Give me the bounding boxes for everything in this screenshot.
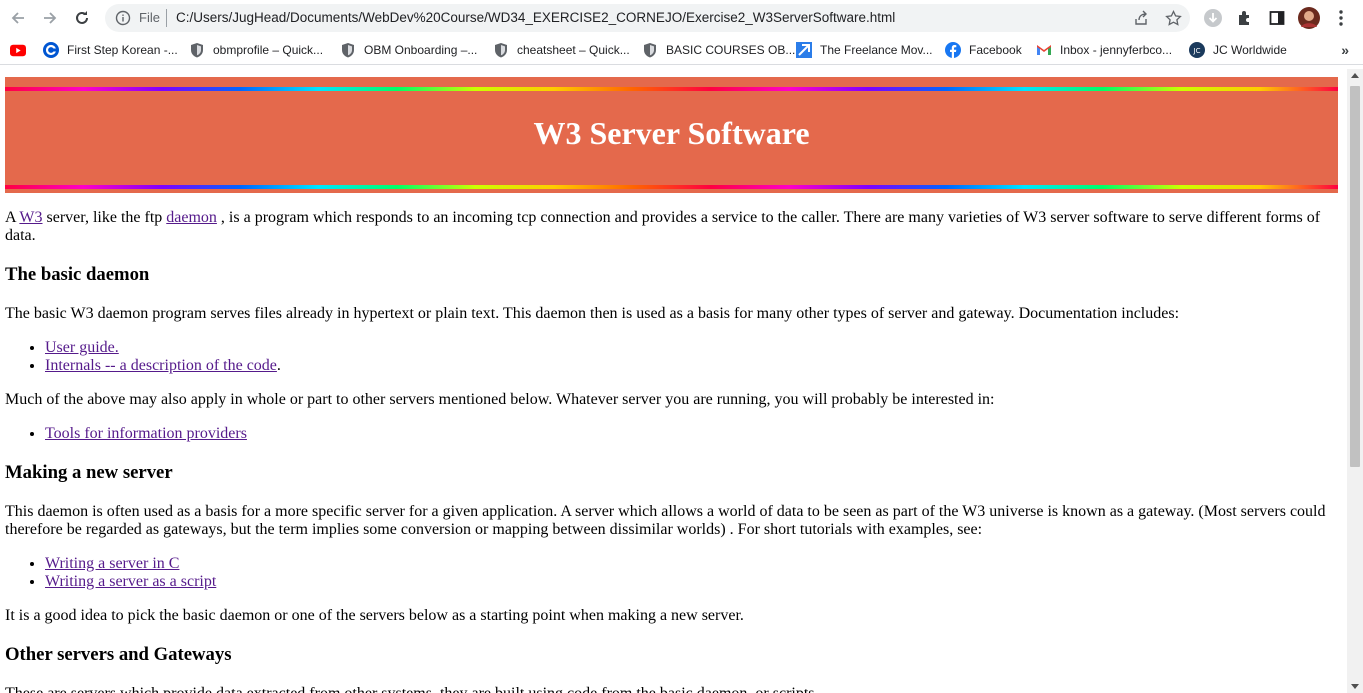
section-heading-making: Making a new server — [5, 462, 173, 483]
w3-link[interactable]: W3 — [19, 209, 42, 226]
address-bar[interactable]: File C:/Users/JugHead/Documents/WebDev%2… — [105, 4, 1190, 32]
bookmark-item[interactable]: obmprofile – Quick... — [189, 41, 323, 59]
other-paragraph: These are servers which provide data ext… — [5, 685, 1338, 693]
svg-text:JC: JC — [1193, 47, 1201, 55]
rainbow-rule-bottom — [5, 185, 1338, 189]
bookmark-star-icon[interactable] — [1164, 9, 1182, 27]
bookmarks-bar: First Step Korean -... obmprofile – Quic… — [0, 36, 1363, 65]
list-item: User guide. — [45, 339, 1338, 357]
page-content: A W3 server, like the ftp daemon , is a … — [5, 209, 1338, 693]
tools-link[interactable]: Tools for information providers — [45, 425, 247, 442]
bookmark-label: Facebook — [969, 43, 1022, 57]
list-item: Tools for information providers — [45, 425, 1338, 443]
bookmark-youtube[interactable] — [10, 41, 34, 59]
header-banner: W3 Server Software — [5, 77, 1338, 193]
shield-icon — [189, 42, 205, 58]
bookmark-label: First Step Korean -... — [67, 43, 178, 57]
tutorials-list: Writing a server in C Writing a server a… — [5, 555, 1338, 591]
intro-text: A — [5, 209, 20, 226]
list-item: Internals -- a description of the code. — [45, 357, 1338, 375]
bookmark-item[interactable]: cheatsheet – Quick... — [493, 41, 630, 59]
bookmark-item[interactable]: JC JC Worldwide — [1189, 41, 1287, 59]
reload-icon — [76, 11, 88, 24]
docs-list: User guide. Internals -- a description o… — [5, 339, 1338, 375]
intro-text: server, like the ftp — [42, 209, 167, 226]
vertical-scrollbar[interactable] — [1347, 69, 1363, 693]
basic-paragraph: The basic W3 daemon program serves files… — [5, 305, 1180, 322]
making-paragraph-2: It is a good idea to pick the basic daem… — [5, 607, 744, 624]
scroll-thumb[interactable] — [1350, 86, 1360, 467]
server-in-c-link[interactable]: Writing a server in C — [45, 555, 179, 572]
reload-button[interactable] — [70, 6, 94, 30]
bookmark-item[interactable]: First Step Korean -... — [43, 41, 178, 59]
youtube-icon — [10, 42, 26, 58]
info-icon[interactable] — [115, 10, 131, 26]
bookmark-item[interactable]: Inbox - jennyferbco... — [1036, 41, 1172, 59]
daemon-link[interactable]: daemon — [166, 209, 217, 226]
freelance-icon — [796, 42, 812, 58]
section-heading-other: Other servers and Gateways — [5, 644, 232, 665]
extensions-icon[interactable] — [1233, 6, 1257, 30]
making-paragraph: This daemon is often used as a basis for… — [5, 503, 1326, 538]
side-panel-icon[interactable] — [1265, 6, 1289, 30]
url-text[interactable]: C:/Users/JugHead/Documents/WebDev%20Cour… — [176, 10, 895, 25]
list-item: Writing a server in C — [45, 555, 1338, 573]
intro-paragraph: A W3 server, like the ftp daemon , is a … — [5, 209, 1338, 245]
scroll-down-arrow-icon[interactable] — [1351, 684, 1359, 689]
tools-list: Tools for information providers — [5, 425, 1338, 443]
facebook-icon — [945, 42, 961, 58]
list-item: Writing a server as a script — [45, 573, 1338, 591]
server-script-link[interactable]: Writing a server as a script — [45, 573, 216, 590]
arrow-right-icon — [44, 12, 57, 24]
share-icon[interactable] — [1132, 9, 1150, 27]
arrow-left-icon — [11, 12, 24, 24]
basic-paragraph-2: Much of the above may also apply in whol… — [5, 391, 995, 408]
user-guide-link[interactable]: User guide. — [45, 339, 119, 356]
scroll-up-arrow-icon[interactable] — [1351, 73, 1359, 78]
browser-toolbar: File C:/Users/JugHead/Documents/WebDev%2… — [0, 0, 1363, 36]
shield-icon — [493, 42, 509, 58]
address-separator — [166, 9, 167, 27]
forward-button[interactable] — [38, 6, 62, 30]
bookmark-item[interactable]: Facebook — [945, 41, 1022, 59]
internals-link[interactable]: Internals -- a description of the code — [45, 357, 277, 374]
page-title: W3 Server Software — [533, 115, 810, 151]
section-heading-basic: The basic daemon — [5, 264, 150, 285]
coursera-icon — [43, 42, 59, 58]
rainbow-rule-top — [5, 87, 1338, 91]
bookmarks-overflow-button[interactable]: » — [1341, 42, 1349, 58]
gmail-icon — [1036, 42, 1052, 58]
back-button[interactable] — [6, 6, 30, 30]
bookmark-label: OBM Onboarding –... — [364, 43, 478, 57]
bookmark-label: obmprofile – Quick... — [213, 43, 324, 57]
bookmark-label: JC Worldwide — [1213, 43, 1287, 57]
bookmark-label: BASIC COURSES OB... — [666, 43, 796, 57]
bookmark-item[interactable]: BASIC COURSES OB... — [642, 41, 795, 59]
bookmark-item[interactable]: OBM Onboarding –... — [340, 41, 477, 59]
list-suffix: . — [276, 357, 281, 374]
shield-icon — [340, 42, 356, 58]
bookmark-label: The Freelance Mov... — [820, 43, 933, 57]
download-icon[interactable] — [1201, 6, 1225, 30]
bookmark-label: Inbox - jennyferbco... — [1060, 43, 1173, 57]
avatar[interactable] — [1297, 6, 1321, 30]
jc-icon: JC — [1189, 42, 1205, 58]
bookmark-item[interactable]: The Freelance Mov... — [796, 41, 933, 59]
shield-icon — [642, 42, 658, 58]
bookmark-label: cheatsheet – Quick... — [517, 43, 630, 57]
page-viewport: W3 Server Software A W3 server, like the… — [0, 69, 1347, 693]
menu-kebab-icon[interactable] — [1329, 6, 1353, 30]
scheme-label: File — [139, 10, 160, 25]
